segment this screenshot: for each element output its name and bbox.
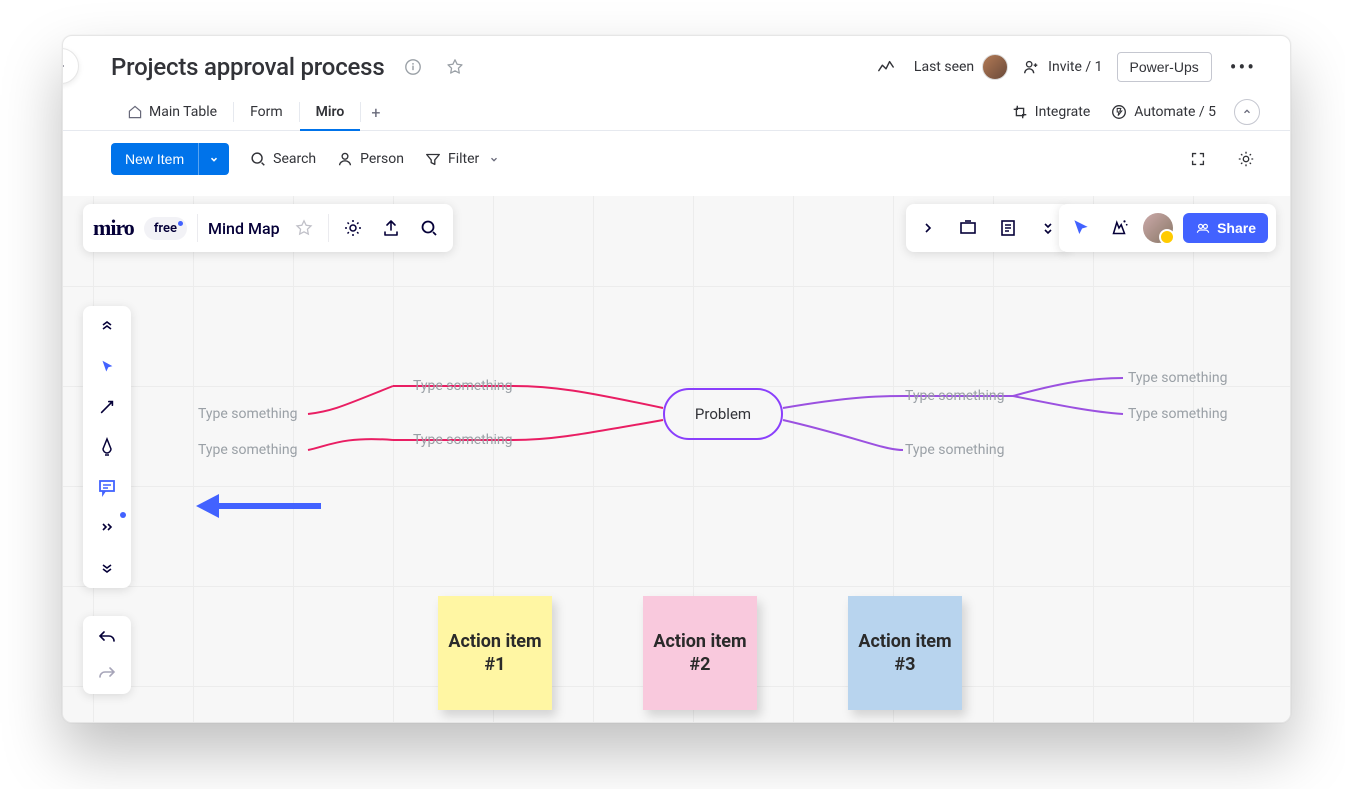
page-title: Projects approval process: [111, 53, 385, 81]
sticky-note[interactable]: Action item #3: [848, 596, 962, 710]
new-item-dropdown[interactable]: [198, 143, 229, 175]
avatar: [982, 54, 1008, 80]
miro-view-panel: [906, 204, 1070, 252]
add-tab-button[interactable]: +: [361, 95, 390, 130]
integrate-button[interactable]: Integrate: [1001, 97, 1101, 127]
annotation-arrow-icon: [191, 486, 331, 526]
filter-button[interactable]: Filter: [424, 150, 499, 168]
tab-label: Main Table: [149, 104, 217, 120]
reactions-icon[interactable]: [1105, 214, 1133, 242]
info-icon[interactable]: [399, 53, 427, 81]
tab-label: Miro: [316, 104, 345, 120]
collapse-button[interactable]: [1234, 99, 1260, 125]
activity-icon[interactable]: [872, 53, 900, 81]
person-label: Person: [360, 151, 404, 167]
tab-main-table[interactable]: Main Table: [111, 94, 233, 130]
notes-icon[interactable]: [994, 214, 1022, 242]
share-button[interactable]: Share: [1183, 213, 1268, 243]
fullscreen-icon[interactable]: [1184, 145, 1212, 173]
undo-icon[interactable]: [96, 626, 118, 648]
invite-label: Invite / 1: [1048, 59, 1102, 75]
collapse-up-icon[interactable]: [96, 316, 118, 338]
share-label: Share: [1217, 220, 1256, 236]
last-seen-label: Last seen: [914, 59, 974, 75]
connector-tool-icon[interactable]: [96, 396, 118, 418]
miro-history-toolbar: [83, 616, 131, 694]
mindmap-node[interactable]: Type something: [198, 442, 297, 458]
board-search-icon[interactable]: [415, 214, 443, 242]
tabs-bar: Main Table Form Miro + Integrate Automat…: [63, 94, 1290, 131]
person-filter[interactable]: Person: [336, 150, 404, 168]
select-tool-icon[interactable]: [96, 356, 118, 378]
view-toolbar: New Item Search Person Filter: [63, 131, 1290, 187]
sticky-note[interactable]: Action item #1: [438, 596, 552, 710]
pen-tool-icon[interactable]: [96, 436, 118, 458]
export-icon[interactable]: [377, 214, 405, 242]
miro-collab-panel: Share: [1059, 204, 1276, 252]
mindmap-node[interactable]: Type something: [1128, 370, 1227, 386]
miro-canvas[interactable]: miro free Mind Map: [63, 196, 1290, 722]
miro-logo[interactable]: miro: [93, 215, 134, 241]
cursor-mode-icon[interactable]: [1067, 214, 1095, 242]
tab-miro[interactable]: Miro: [300, 94, 361, 130]
plan-badge[interactable]: free: [144, 217, 187, 240]
invite-button[interactable]: Invite / 1: [1022, 58, 1102, 76]
hide-panel-icon[interactable]: [914, 214, 942, 242]
mindmap-root-node[interactable]: Problem: [663, 388, 783, 440]
collaborator-avatar[interactable]: [1143, 213, 1173, 243]
app-shell: Projects approval process Last seen Invi…: [62, 35, 1291, 723]
header: Projects approval process Last seen Invi…: [63, 36, 1290, 90]
redo-icon[interactable]: [96, 662, 118, 684]
star-icon[interactable]: [441, 53, 469, 81]
more-tools-icon[interactable]: [96, 516, 118, 538]
mindmap-node[interactable]: Type something: [905, 388, 1004, 404]
comment-tool-icon[interactable]: [96, 476, 118, 498]
board-star-icon[interactable]: [290, 214, 318, 242]
automate-button[interactable]: Automate / 5: [1100, 97, 1226, 127]
present-icon[interactable]: [954, 214, 982, 242]
board-settings-icon[interactable]: [339, 214, 367, 242]
view-more-icon[interactable]: [1034, 214, 1062, 242]
mindmap-node[interactable]: Type something: [905, 442, 1004, 458]
automate-label: Automate / 5: [1134, 104, 1216, 120]
sticky-note[interactable]: Action item #2: [643, 596, 757, 710]
mindmap-node[interactable]: Type something: [198, 406, 297, 422]
integrate-label: Integrate: [1035, 104, 1091, 120]
mindmap-node[interactable]: Type something: [1128, 406, 1227, 422]
collapse-down-icon[interactable]: [96, 556, 118, 578]
mindmap-node[interactable]: Type something: [413, 432, 512, 448]
miro-header-panel: miro free Mind Map: [83, 204, 453, 252]
powerups-button[interactable]: Power-Ups: [1117, 52, 1212, 82]
board-name[interactable]: Mind Map: [208, 219, 280, 238]
search-button[interactable]: Search: [249, 150, 316, 168]
last-seen[interactable]: Last seen: [914, 54, 1008, 80]
mindmap-node[interactable]: Type something: [413, 378, 512, 394]
new-item-button[interactable]: New Item: [111, 143, 198, 175]
settings-icon[interactable]: [1232, 145, 1260, 173]
new-item-split-button: New Item: [111, 143, 229, 175]
tab-label: Form: [250, 104, 283, 120]
tab-form[interactable]: Form: [234, 94, 299, 130]
search-label: Search: [273, 151, 316, 167]
filter-label: Filter: [448, 151, 479, 167]
more-menu[interactable]: •••: [1226, 55, 1260, 79]
miro-toolbar: [83, 306, 131, 588]
